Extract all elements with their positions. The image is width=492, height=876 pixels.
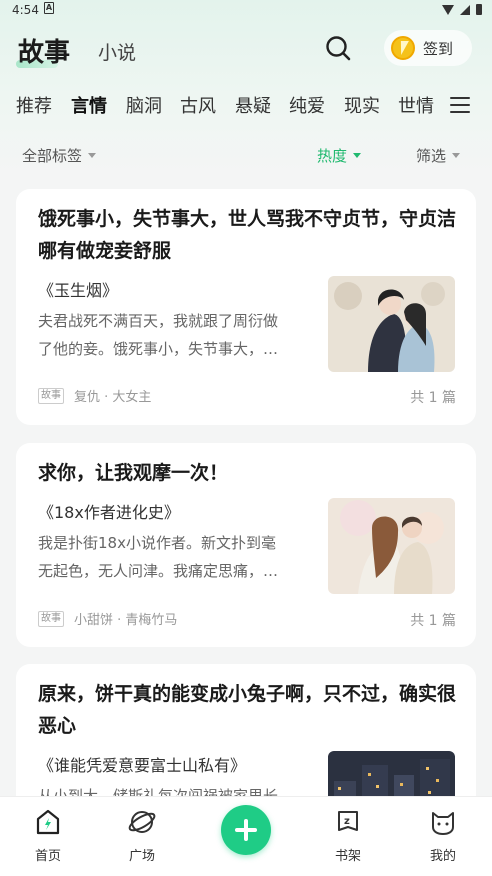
story-card[interactable]: 原来，饼干真的能变成小兔子啊，只不过，确实很恶心 《谁能凭爱意要富士山私有》 从…	[16, 664, 476, 796]
story-meta: 故事 小甜饼 · 青梅竹马	[38, 609, 177, 628]
top-header: 故事 小说 签到	[0, 22, 492, 78]
nav-bookshelf-label: 书架	[334, 849, 361, 864]
story-desc-line: 我是扑街18x小说作者。新文扑到毫	[38, 534, 276, 552]
city-night-illustration-icon	[328, 751, 455, 796]
story-feed: 饿死事小，失节事大，世人骂我不守贞节，守贞洁哪有做宠妾舒服 《玉生烟》 夫君战死…	[16, 189, 476, 796]
story-desc: 夫君战死不满百天，我就跟了周衍做 了他的妾。饿死事小，失节事大，…	[38, 307, 310, 363]
home-icon	[36, 809, 60, 835]
nav-home[interactable]: 首页	[18, 807, 78, 864]
category-naodong[interactable]: 脑洞	[126, 92, 162, 118]
nav-plaza-label: 广场	[128, 849, 155, 864]
filter-bar: 全部标签 热度 筛选	[0, 145, 492, 167]
story-desc: 我是扑街18x小说作者。新文扑到毫 无起色，无人问津。我痛定思痛，…	[38, 529, 310, 585]
story-desc: 从小到大，储斯礼每次闯祸被家里长	[38, 782, 310, 796]
story-desc-line: 了他的妾。饿死事小，失节事大，…	[38, 340, 279, 358]
filter-label: 筛选	[416, 147, 447, 165]
chapter-count: 共 1 篇	[410, 613, 456, 629]
category-gufeng[interactable]: 古风	[180, 92, 216, 118]
svg-text:z: z	[344, 816, 350, 827]
all-tags-label: 全部标签	[22, 147, 83, 165]
bookshelf-icon: z	[338, 811, 358, 831]
nav-plaza[interactable]: 广场	[112, 807, 172, 864]
category-bar: 推荐 言情 脑洞 古风 悬疑 纯爱 现实 世情	[0, 92, 492, 122]
battery-icon	[476, 4, 482, 15]
category-chunai[interactable]: 纯爱	[289, 92, 325, 118]
story-tags: 小甜饼 · 青梅竹马	[74, 613, 178, 628]
story-desc-line: 夫君战死不满百天，我就跟了周衍做	[38, 312, 279, 330]
chevron-down-icon	[88, 153, 97, 158]
tab-story[interactable]: 故事	[18, 32, 70, 69]
tab-novel[interactable]: 小说	[98, 38, 136, 65]
story-title: 求你，让我观摩一次！	[38, 462, 229, 484]
couple-illustration-icon	[328, 276, 455, 372]
status-icons	[442, 4, 482, 15]
category-yanqing[interactable]: 言情	[71, 92, 107, 118]
chapter-count: 共 1 篇	[410, 390, 456, 406]
search-icon[interactable]	[324, 34, 352, 62]
story-desc-line: 从小到大，储斯礼每次闯祸被家里长	[38, 787, 279, 796]
story-type-badge: 故事	[38, 610, 64, 627]
signin-label: 签到	[423, 39, 454, 58]
filter-button[interactable]: 筛选	[416, 145, 461, 166]
story-title: 原来，饼干真的能变成小兔子啊，只不过，确实很恶心	[38, 683, 457, 737]
bottom-navigation: 首页 广场 z 书架 我的	[0, 796, 492, 876]
category-xuanyi[interactable]: 悬疑	[235, 92, 271, 118]
cat-face-icon	[432, 812, 454, 835]
category-xianshi[interactable]: 现实	[344, 92, 380, 118]
nav-mine-label: 我的	[429, 849, 456, 864]
signin-button[interactable]: 签到	[384, 30, 472, 66]
book-title: 《18x作者进化史》	[38, 503, 180, 522]
planet-icon	[128, 811, 156, 833]
category-tuijian[interactable]: 推荐	[16, 92, 52, 118]
story-type-badge: 故事	[38, 387, 64, 404]
embrace-illustration-icon	[328, 498, 455, 594]
category-shiqing[interactable]: 世情	[398, 92, 434, 118]
status-time: 4:54	[12, 3, 39, 17]
chevron-down-icon	[353, 153, 362, 158]
all-tags-filter[interactable]: 全部标签	[22, 145, 97, 166]
hot-sort[interactable]: 热度	[317, 145, 362, 166]
story-tags: 复仇 · 大女主	[74, 390, 152, 405]
nav-mine[interactable]: 我的	[413, 807, 473, 864]
nav-home-label: 首页	[34, 849, 61, 864]
book-title: 《谁能凭爱意要富士山私有》	[38, 756, 247, 775]
status-bar: 4:54 A	[0, 0, 492, 20]
nav-bookshelf[interactable]: z 书架	[318, 807, 378, 864]
story-desc-line: 无起色，无人问津。我痛定思痛，…	[38, 562, 279, 580]
wifi-icon	[442, 4, 454, 15]
story-card[interactable]: 饿死事小，失节事大，世人骂我不守贞节，守贞洁哪有做宠妾舒服 《玉生烟》 夫君战死…	[16, 189, 476, 425]
chevron-down-icon	[452, 153, 461, 158]
notification-icon: A	[44, 2, 54, 14]
story-meta: 故事 复仇 · 大女主	[38, 386, 151, 405]
add-button[interactable]	[221, 805, 271, 855]
book-title: 《玉生烟》	[38, 281, 119, 300]
coin-icon	[391, 36, 415, 60]
cellular-icon	[460, 4, 470, 15]
menu-icon[interactable]	[450, 97, 470, 115]
hot-sort-label: 热度	[317, 147, 348, 165]
story-card[interactable]: 求你，让我观摩一次！ 《18x作者进化史》 我是扑街18x小说作者。新文扑到毫 …	[16, 443, 476, 647]
story-title: 饿死事小，失节事大，世人骂我不守贞节，守贞洁哪有做宠妾舒服	[38, 208, 457, 262]
